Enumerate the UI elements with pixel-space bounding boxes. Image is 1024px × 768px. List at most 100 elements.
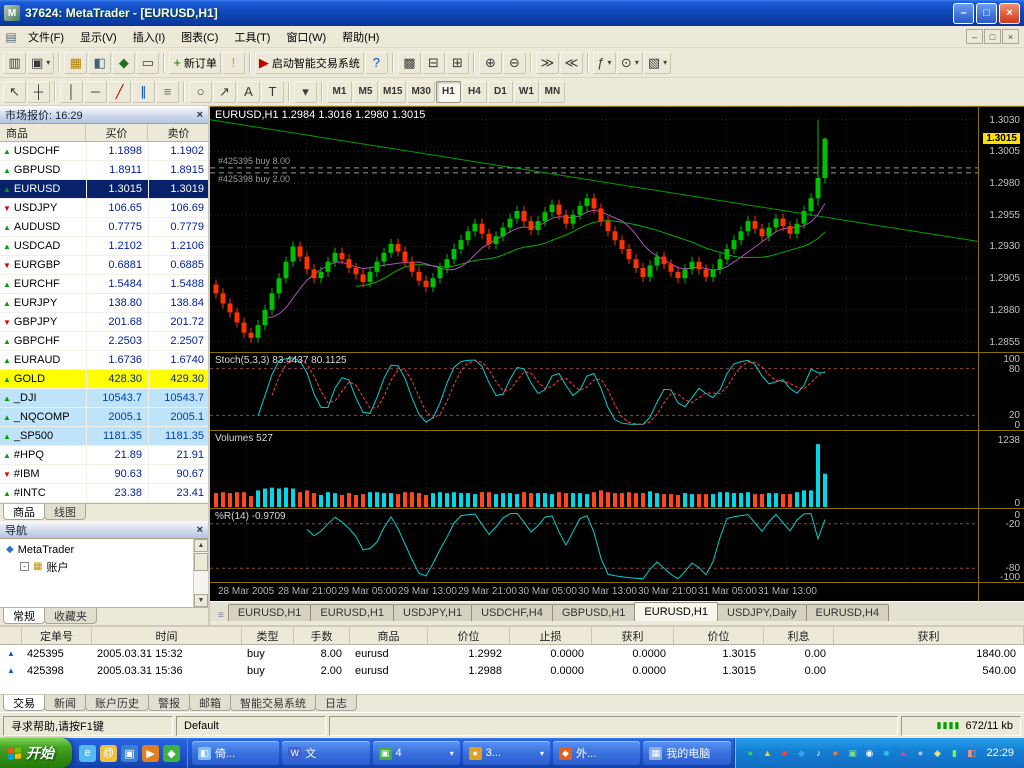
terminal-tab-智能交易系统[interactable]: 智能交易系统 [230, 695, 316, 711]
market-watch-row-_DJI[interactable]: ▲_DJI10543.710543.7 [0, 389, 208, 408]
terminal-tab-警报[interactable]: 警报 [148, 695, 190, 711]
status-profile[interactable]: Default [176, 716, 326, 736]
tray-icon-4[interactable]: ♪ [811, 746, 825, 760]
profiles-button[interactable]: ▣▾ [27, 52, 54, 74]
tray-icon-10[interactable]: ● [913, 746, 927, 760]
timeframe-M30[interactable]: M30 [407, 81, 434, 103]
tray-icon-12[interactable]: ▮ [947, 746, 961, 760]
mdi-minimize-button[interactable]: – [966, 29, 983, 44]
shapes-button[interactable]: ○ [189, 81, 212, 103]
market-watch-row-GBPUSD[interactable]: ▲GBPUSD1.89111.8915 [0, 161, 208, 180]
market-watch-row-USDCAD[interactable]: ▲USDCAD1.21021.2106 [0, 237, 208, 256]
market-watch-row-#HPQ[interactable]: ▲#HPQ21.8921.91 [0, 446, 208, 465]
market-watch-row-_SP500[interactable]: ▲_SP5001181.351181.35 [0, 427, 208, 446]
market-watch-row-EURCHF[interactable]: ▲EURCHF1.54841.5488 [0, 275, 208, 294]
market-watch-row-EURAUD[interactable]: ▲EURAUD1.67361.6740 [0, 351, 208, 370]
chart-tab-7[interactable]: EURUSD,H4 [806, 604, 890, 621]
text-button[interactable]: A [237, 81, 260, 103]
tree-expand-icon[interactable]: - [20, 562, 29, 571]
task-button-4[interactable]: ◆外... [553, 741, 640, 765]
mail-icon[interactable]: @ [100, 745, 117, 762]
navigator-item-metatrader[interactable]: ◆ MetaTrader [0, 541, 208, 558]
stochastic-pane[interactable]: Stoch(5,3,3) 83.4437 80.1125 10080200 [210, 353, 1024, 431]
market-watch-row-AUDUSD[interactable]: ▲AUDUSD0.77750.7779 [0, 218, 208, 237]
scroll-up-icon[interactable]: ▲ [194, 539, 208, 552]
terminal-tab-交易[interactable]: 交易 [3, 695, 45, 711]
timeframe-M5[interactable]: M5 [353, 81, 378, 103]
chart-tab-1[interactable]: EURUSD,H1 [310, 604, 394, 621]
chart-tab-6[interactable]: USDJPY,Daily [717, 604, 807, 621]
templates-button[interactable]: ▧▾ [644, 52, 671, 74]
more-tools-button[interactable]: ▾ [294, 81, 317, 103]
minimize-button[interactable]: – [953, 3, 974, 24]
order-row-425398[interactable]: ▲4253982005.03.31 15:36buy2.00eurusd1.29… [0, 662, 1024, 679]
market-watch-row-USDCHF[interactable]: ▲USDCHF1.18981.1902 [0, 142, 208, 161]
column-header-2[interactable]: 卖价 [148, 124, 210, 142]
scrollbar-thumb[interactable] [194, 553, 208, 571]
new-chart-button[interactable]: ▥ [3, 52, 26, 74]
timeframe-M1[interactable]: M1 [327, 81, 352, 103]
candlestick-chart[interactable] [210, 107, 978, 353]
column-header-1[interactable]: 买价 [86, 124, 148, 142]
periods-button[interactable]: ⊙▾ [617, 52, 643, 74]
terminal-column-6[interactable]: 止损 [510, 627, 592, 645]
internet-explorer-icon[interactable]: e [79, 745, 96, 762]
tray-icon-3[interactable]: ◆ [794, 746, 808, 760]
terminal-tab-账户历史[interactable]: 账户历史 [85, 695, 149, 711]
navigator-close-icon[interactable]: × [197, 524, 203, 536]
zoom-in-button[interactable]: ⊕ [479, 52, 502, 74]
market-watch-tab-商品[interactable]: 商品 [3, 504, 45, 520]
task-button-0[interactable]: ◧倚... [192, 741, 279, 765]
alert-button-button[interactable]: ! [222, 52, 245, 74]
williams-r-pane[interactable]: %R(14) -0.9709 0-20-80-100 [210, 509, 1024, 583]
navigator-toggle-button[interactable]: ◆ [112, 52, 135, 74]
terminal-column-3[interactable]: 手数 [294, 627, 350, 645]
order-row-425395[interactable]: ▲4253952005.03.31 15:32buy8.00eurusd1.29… [0, 645, 1024, 662]
menu-item-4[interactable]: 工具(T) [226, 27, 278, 47]
tray-icon-5[interactable]: ● [828, 746, 842, 760]
terminal-column-2[interactable]: 类型 [242, 627, 294, 645]
chart-shift-button[interactable]: ≪ [560, 52, 583, 74]
volumes-chart[interactable] [210, 431, 978, 509]
menu-item-3[interactable]: 图表(C) [173, 27, 226, 47]
auto-scroll-button[interactable]: ≫ [536, 52, 559, 74]
crosshair-button[interactable]: ┼ [27, 81, 50, 103]
volumes-pane[interactable]: Volumes 527 12380 [210, 431, 1024, 509]
zoom-out-button[interactable]: ⊖ [503, 52, 526, 74]
price-pane[interactable]: EURUSD,H1 1.2984 1.3016 1.2980 1.3015 #4… [210, 107, 1024, 353]
terminal-tab-新闻[interactable]: 新闻 [44, 695, 86, 711]
navigator-tab-收藏夹[interactable]: 收藏夹 [44, 608, 97, 624]
tray-icon-1[interactable]: ▲ [760, 746, 774, 760]
terminal-column-0[interactable]: 定单号 [22, 627, 92, 645]
market-watch-row-GBPCHF[interactable]: ▲GBPCHF2.25032.2507 [0, 332, 208, 351]
data-window-toggle-button[interactable]: ◧ [88, 52, 111, 74]
terminal-column-8[interactable]: 价位 [674, 627, 764, 645]
menu-item-0[interactable]: 文件(F) [20, 27, 72, 47]
market-watch-row-GOLD[interactable]: ▲GOLD428.30429.30 [0, 370, 208, 389]
terminal-tab-日志[interactable]: 日志 [315, 695, 357, 711]
terminal-column-7[interactable]: 获利 [592, 627, 674, 645]
chart-tab-3[interactable]: USDCHF,H4 [471, 604, 553, 621]
time-axis[interactable]: 28 Mar 200528 Mar 21:0029 Mar 05:0029 Ma… [210, 583, 1024, 601]
task-button-2[interactable]: ▣4▾ [373, 741, 460, 765]
trendline-button[interactable]: ╱ [108, 81, 131, 103]
terminal-column-5[interactable]: 价位 [428, 627, 510, 645]
market-watch-row-GBPJPY[interactable]: ▼GBPJPY201.68201.72 [0, 313, 208, 332]
market-watch-toggle-button[interactable]: ▦ [64, 52, 87, 74]
menu-item-5[interactable]: 窗口(W) [278, 27, 334, 47]
help-button-button[interactable]: ? [365, 52, 388, 74]
tray-icon-11[interactable]: ◆ [930, 746, 944, 760]
chart-tab-4[interactable]: GBPUSD,H1 [552, 604, 636, 621]
price-scale[interactable]: 1.30301.30051.29801.29551.29301.29051.28… [978, 107, 1024, 352]
vertical-line-button[interactable]: │ [60, 81, 83, 103]
maximize-button[interactable]: □ [976, 3, 997, 24]
text-label-button[interactable]: T [261, 81, 284, 103]
chart-tab-0[interactable]: EURUSD,H1 [228, 604, 312, 621]
terminal-column-4[interactable]: 商品 [350, 627, 428, 645]
terminal-toggle-button[interactable]: ▭ [136, 52, 159, 74]
cursor-button[interactable]: ↖ [3, 81, 26, 103]
scroll-down-icon[interactable]: ▼ [194, 594, 208, 607]
timeframe-H1[interactable]: H1 [436, 81, 461, 103]
show-desktop-icon[interactable]: ▣ [121, 745, 138, 762]
horizontal-line-button[interactable]: ─ [84, 81, 107, 103]
